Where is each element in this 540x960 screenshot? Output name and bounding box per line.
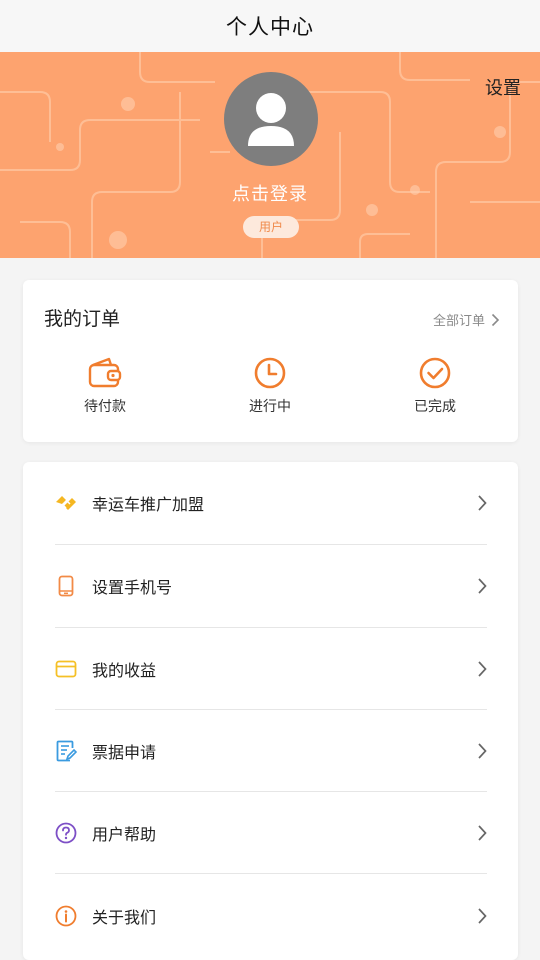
menu-item-about-us[interactable]: 关于我们	[55, 875, 487, 957]
orders-title: 我的订单	[44, 308, 121, 330]
chevron-right-icon	[478, 825, 487, 841]
divider	[55, 873, 487, 874]
menu-item-label: 关于我们	[92, 908, 157, 927]
chevron-right-icon	[478, 908, 487, 924]
order-status-label: 待付款	[84, 399, 126, 415]
settings-link[interactable]: 设置	[485, 74, 521, 100]
clock-icon	[254, 357, 286, 389]
wallet-icon	[88, 357, 122, 388]
order-status-label: 已完成	[414, 399, 456, 415]
chevron-right-icon	[478, 743, 487, 759]
chevron-right-icon	[478, 578, 487, 594]
chevron-right-icon	[478, 495, 487, 511]
top-navbar: 个人中心	[0, 0, 540, 52]
menu-item-user-help[interactable]: 用户帮助	[55, 792, 487, 874]
order-status-in-progress[interactable]: 进行中	[225, 356, 315, 416]
order-status-completed[interactable]: 已完成	[390, 356, 480, 416]
orders-card: 我的订单 全部订单 待付款 进行中 已完成	[23, 280, 518, 442]
menu-item-invoice-request[interactable]: 票据申请	[55, 710, 487, 792]
handshake-icon	[56, 496, 76, 510]
check-circle-icon	[419, 357, 451, 389]
menu-item-label: 设置手机号	[92, 578, 173, 597]
info-icon	[55, 905, 77, 927]
menu-item-earnings[interactable]: 我的收益	[55, 628, 487, 710]
avatar[interactable]	[224, 72, 318, 166]
menu-card: 幸运车推广加盟 设置手机号 我的收益 票据申请 用户帮助 关于我们	[23, 462, 518, 960]
menu-item-label: 用户帮助	[92, 825, 157, 844]
chevron-right-icon	[478, 661, 487, 677]
menu-item-label: 票据申请	[92, 743, 157, 762]
card-icon	[55, 660, 77, 678]
document-edit-icon	[56, 740, 77, 762]
role-badge: 用户	[243, 216, 299, 238]
user-avatar-icon	[248, 93, 294, 146]
chevron-right-icon	[491, 313, 500, 326]
login-prompt[interactable]: 点击登录	[0, 180, 540, 206]
menu-item-promotion[interactable]: 幸运车推广加盟	[55, 462, 487, 544]
order-status-pending-payment[interactable]: 待付款	[60, 356, 150, 416]
phone-icon	[58, 575, 74, 597]
order-status-label: 进行中	[249, 399, 291, 415]
profile-banner: 设置 点击登录 用户	[0, 52, 540, 258]
page-title: 个人中心	[226, 15, 314, 39]
all-orders-link[interactable]: 全部订单	[433, 310, 500, 329]
menu-item-label: 我的收益	[92, 661, 157, 680]
menu-item-set-phone[interactable]: 设置手机号	[55, 545, 487, 627]
question-icon	[55, 822, 77, 844]
menu-item-label: 幸运车推广加盟	[92, 495, 205, 514]
all-orders-label: 全部订单	[432, 314, 485, 329]
